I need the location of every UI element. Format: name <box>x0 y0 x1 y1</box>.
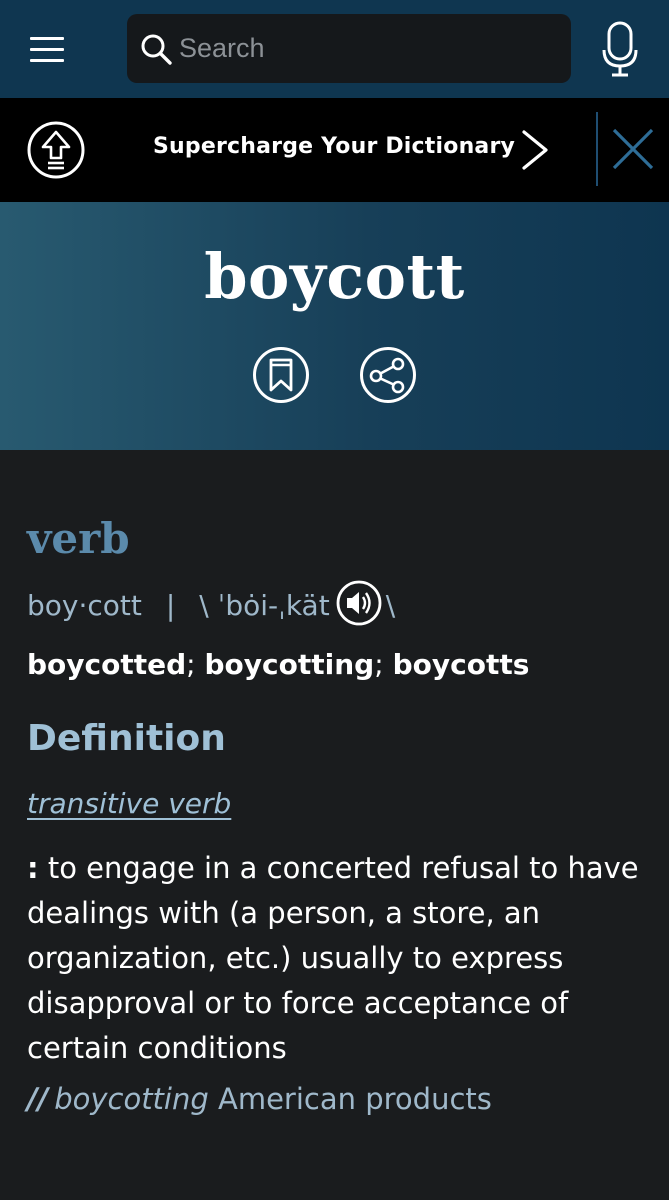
pron-open: \ <box>199 589 209 622</box>
speaker-icon[interactable] <box>336 580 382 626</box>
microphone-icon[interactable] <box>596 20 644 78</box>
word-header: boycott <box>0 202 669 450</box>
part-of-speech: verb <box>27 514 130 563</box>
share-icon[interactable] <box>359 346 417 404</box>
example-marker: // <box>27 1082 49 1116</box>
search-bar[interactable] <box>127 14 571 83</box>
inflected-forms: boycotted; boycotting; boycotts <box>27 648 530 681</box>
menu-icon[interactable] <box>30 37 66 63</box>
separator: | <box>165 589 176 622</box>
promo-divider <box>596 112 598 186</box>
close-icon[interactable] <box>610 126 656 172</box>
upgrade-arrow-icon <box>27 121 85 179</box>
example-sentence: //boycotting American products <box>27 1082 492 1116</box>
chevron-right-icon[interactable] <box>518 128 552 172</box>
definition-text: : to engage in a concerted refusal to ha… <box>27 851 639 1065</box>
pronunciation: ˈbȯi-ˌkät <box>217 589 330 622</box>
example-italic: boycotting <box>54 1082 209 1116</box>
form-past: boycotted <box>27 648 187 681</box>
example-rest: American products <box>218 1082 492 1116</box>
pronunciation-row: boy·cott | \ ˈbȯi-ˌkät \ <box>27 580 396 626</box>
definition-heading: Definition <box>27 718 226 759</box>
form-progressive: boycotting <box>204 648 375 681</box>
syllables: boy·cott <box>27 589 142 622</box>
search-icon <box>141 34 172 65</box>
top-bar <box>0 0 669 98</box>
promo-text[interactable]: Supercharge Your Dictionary <box>153 134 515 159</box>
promo-banner[interactable]: Supercharge Your Dictionary <box>0 98 669 202</box>
definition-body: to engage in a concerted refusal to have… <box>27 851 639 1065</box>
sub-part-of-speech-link[interactable]: transitive verb <box>27 787 231 820</box>
pron-close: \ <box>385 589 396 622</box>
bookmark-icon[interactable] <box>252 346 310 404</box>
headword: boycott <box>204 240 465 313</box>
search-input[interactable] <box>179 26 559 70</box>
form-present: boycotts <box>392 648 530 681</box>
